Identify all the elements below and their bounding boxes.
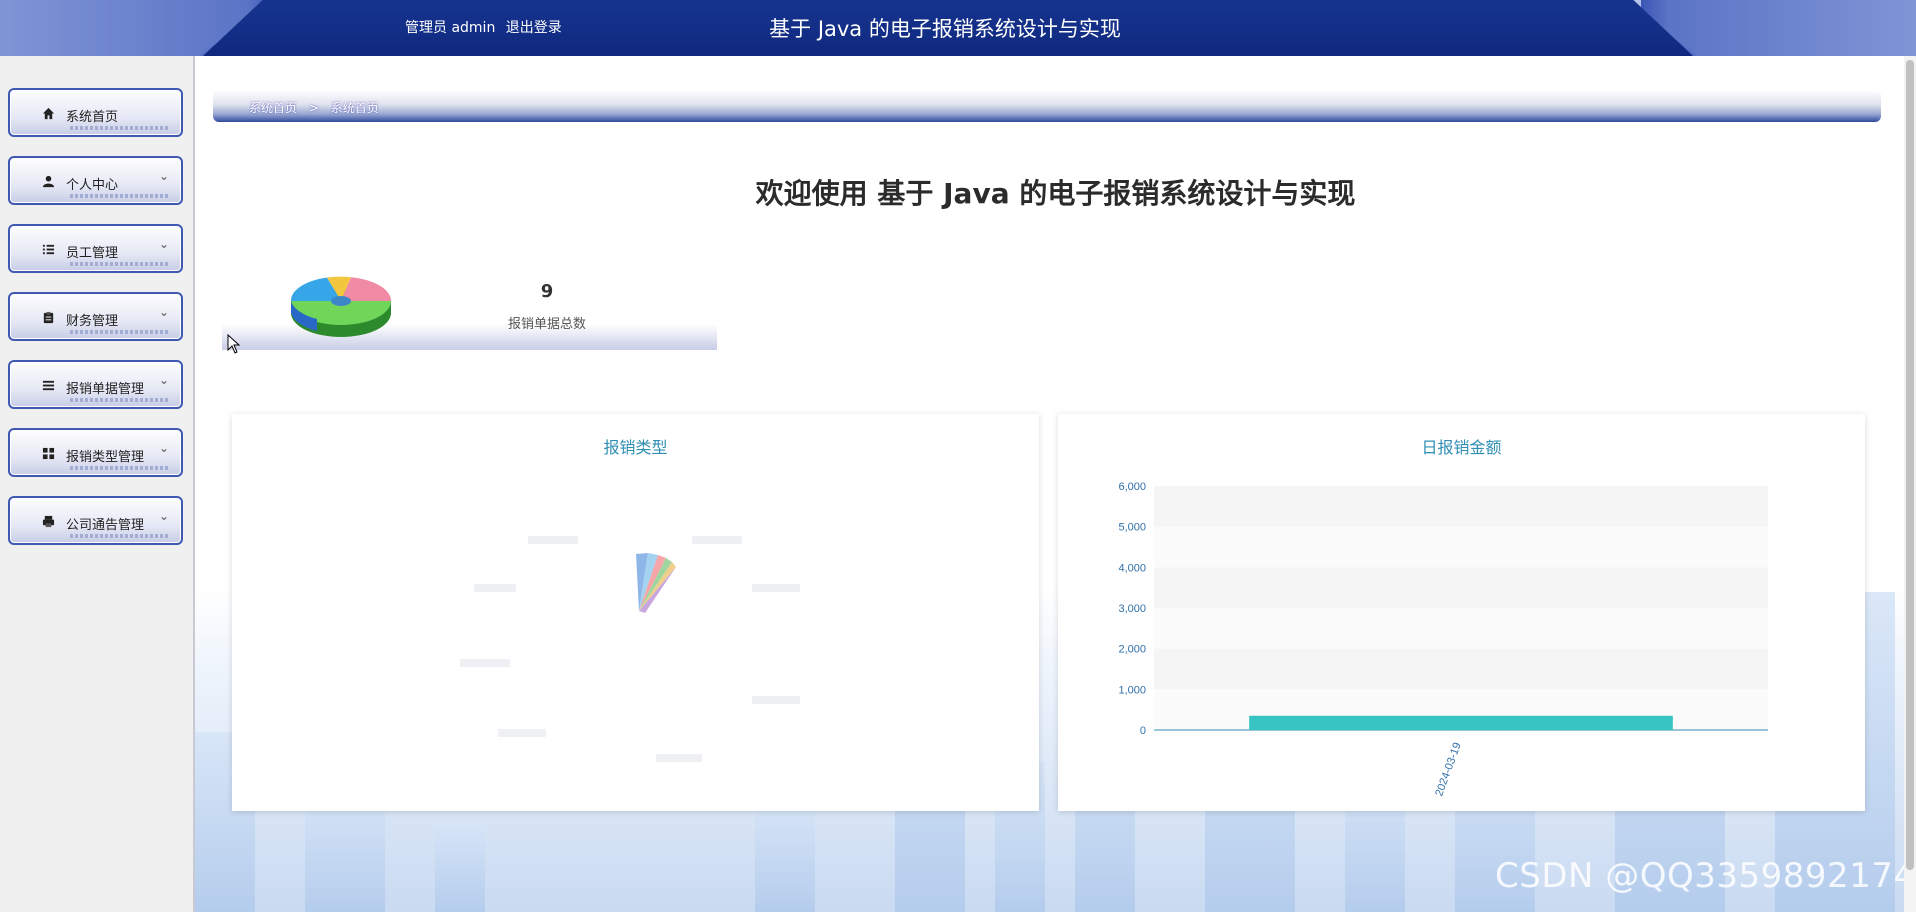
daily-amount-chart-card: 日报销金额 0 1,000 2,000 3,000 4,000 5,000 6,000 202… — [1058, 414, 1865, 811]
list-icon — [41, 243, 55, 257]
faded-label — [460, 659, 510, 667]
y-tick-label: 3,000 — [1118, 603, 1146, 615]
grid-icon — [41, 447, 55, 461]
sidebar-item-employee-management[interactable]: 员工管理 ⌄ — [8, 224, 183, 273]
sidebar-item-label: 公司通告管理 — [66, 518, 145, 533]
menu-decoration — [70, 262, 170, 266]
watermark-text: CSDN @QQ3359892174 — [1495, 856, 1916, 896]
breadcrumb-separator: > — [308, 101, 319, 115]
mouse-cursor-icon — [227, 333, 241, 358]
faded-label — [528, 536, 578, 544]
grid-band — [1154, 526, 1768, 568]
daily-amount-bar-chart[interactable]: 0 1,000 2,000 3,000 4,000 5,000 6,000 2024-03-1… — [1058, 414, 1865, 811]
sidebar-item-personal-center[interactable]: 个人中心 ⌄ — [8, 156, 183, 205]
menu-icon — [41, 379, 55, 393]
x-tick-label: 2024-03-19 — [1433, 741, 1464, 798]
home-icon — [41, 107, 55, 121]
sidebar-item-finance-management[interactable]: 财务管理 ⌄ — [8, 292, 183, 341]
chevron-down-icon: ⌄ — [158, 237, 169, 251]
y-tick-label: 2,000 — [1118, 644, 1146, 656]
menu-decoration — [70, 194, 170, 198]
menu-decoration — [70, 398, 170, 402]
y-tick-label: 0 — [1140, 725, 1146, 737]
grid-band — [1154, 567, 1768, 608]
vertical-scrollbar[interactable] — [1904, 56, 1916, 912]
y-tick-label: 1,000 — [1118, 684, 1146, 696]
breadcrumb-current: 系统首页 — [330, 101, 379, 115]
chevron-down-icon: ⌄ — [158, 441, 169, 455]
menu-decoration — [70, 330, 170, 334]
sidebar-item-label: 系统首页 — [66, 110, 119, 125]
app-title: 基于 Java 的电子报销系统设计与实现 — [769, 17, 1121, 41]
sidebar-item-reimbursement-docs[interactable]: 报销单据管理 ⌄ — [8, 360, 183, 409]
faded-label — [692, 536, 742, 544]
current-user-label: 管理员 admin — [405, 20, 496, 36]
chevron-down-icon: ⌄ — [158, 509, 169, 523]
chevron-down-icon: ⌄ — [158, 169, 169, 183]
user-info: 管理员 admin 退出登录 — [405, 17, 568, 37]
breadcrumb: 系统首页 > 系统首页 — [213, 90, 1881, 122]
pie-chart-icon — [287, 265, 395, 349]
stat-value: 9 — [540, 281, 554, 302]
bar[interactable] — [1249, 715, 1673, 730]
stat-card: 9 报销单据总数 — [222, 247, 717, 350]
sidebar-item-label: 财务管理 — [66, 314, 119, 329]
faded-label — [498, 729, 546, 737]
reimbursement-type-pie-chart[interactable] — [232, 414, 1039, 811]
y-tick-label: 4,000 — [1118, 562, 1146, 574]
main-content: 系统首页 > 系统首页 欢迎使用 基于 Java 的电子报销系统设计与实现 9 … — [195, 56, 1916, 912]
sidebar-item-label: 报销类型管理 — [66, 450, 145, 465]
printer-icon — [41, 515, 55, 529]
faded-label — [656, 754, 702, 762]
grid-band — [1154, 608, 1768, 649]
chevron-down-icon: ⌄ — [158, 305, 169, 319]
stat-label: 报销单据总数 — [507, 317, 586, 332]
y-tick-label: 5,000 — [1118, 522, 1146, 534]
sidebar: 系统首页 个人中心 ⌄ 员工管理 ⌄ 财务管理 ⌄ 报销单据管理 ⌄ 报销类型管… — [0, 56, 195, 912]
clipboard-icon — [41, 311, 55, 325]
sidebar-item-company-notices[interactable]: 公司通告管理 ⌄ — [8, 496, 183, 545]
reimbursement-type-chart-card: 报销类型 — [232, 414, 1039, 811]
y-tick-label: 6,000 — [1118, 481, 1146, 493]
welcome-heading: 欢迎使用 基于 Java 的电子报销系统设计与实现 — [755, 177, 1356, 210]
sidebar-item-label: 员工管理 — [66, 246, 119, 261]
menu-decoration — [70, 466, 170, 470]
grid-band — [1154, 648, 1768, 690]
breadcrumb-root[interactable]: 系统首页 — [249, 101, 297, 115]
chart-title: 日报销金额 — [1421, 438, 1502, 457]
pie-slice-fan[interactable] — [636, 553, 676, 613]
sidebar-item-reimbursement-types[interactable]: 报销类型管理 ⌄ — [8, 428, 183, 477]
breadcrumb-path: 系统首页 > 系统首页 — [249, 99, 379, 116]
menu-decoration — [70, 534, 170, 538]
sidebar-item-label: 个人中心 — [66, 178, 119, 193]
faded-label — [752, 696, 800, 704]
scrollbar-thumb[interactable] — [1906, 60, 1914, 870]
top-header: 管理员 admin 退出登录 基于 Java 的电子报销系统设计与实现 — [0, 0, 1916, 56]
chevron-down-icon: ⌄ — [158, 373, 169, 387]
grid-band — [1154, 486, 1768, 527]
menu-decoration — [70, 126, 170, 130]
faded-pie-labels — [460, 536, 800, 762]
user-icon — [41, 175, 55, 189]
chart-title: 报销类型 — [603, 438, 668, 457]
background-building — [755, 802, 815, 912]
faded-label — [474, 584, 516, 592]
background-building — [435, 822, 485, 912]
sidebar-item-label: 报销单据管理 — [66, 382, 145, 397]
sidebar-item-home[interactable]: 系统首页 — [8, 88, 183, 137]
faded-label — [752, 584, 800, 592]
logout-link[interactable]: 退出登录 — [506, 20, 562, 36]
